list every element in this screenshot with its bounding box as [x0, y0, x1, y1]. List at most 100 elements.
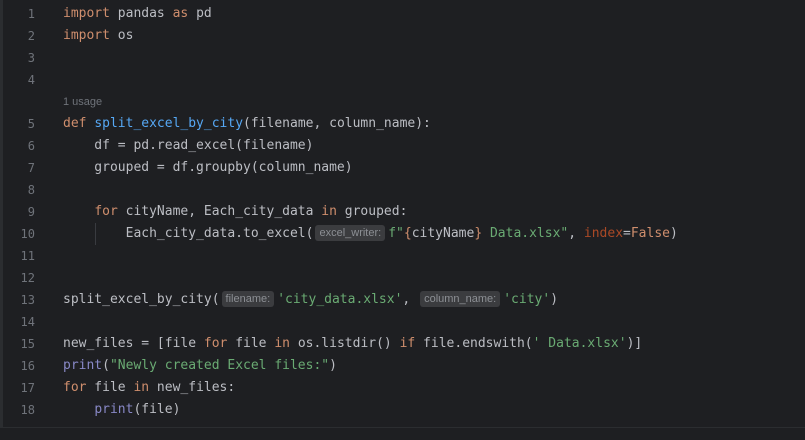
loop-var: file — [227, 336, 275, 351]
line-number: 10 — [20, 227, 35, 241]
keyword-for: for — [63, 380, 87, 395]
loop-iterable: grouped: — [336, 204, 408, 219]
builtin-print: print — [63, 358, 103, 373]
code-line-8[interactable]: 8 — [0, 179, 805, 201]
separator: , — [568, 226, 584, 241]
function-call: split_excel_by_city( — [63, 292, 220, 307]
line-number: 9 — [27, 205, 35, 219]
code-line-13[interactable]: 13 split_excel_by_city(filename:'city_da… — [0, 289, 805, 311]
line-number: 6 — [27, 139, 35, 153]
line-number: 14 — [20, 315, 35, 329]
string-literal: ' Data.xlsx' — [532, 336, 627, 351]
function-params: (filename, column_name): — [243, 116, 431, 131]
editor-bottom-edge — [0, 427, 805, 440]
function-name: split_excel_by_city — [94, 116, 244, 131]
builtin-print: print — [94, 402, 134, 417]
code-line-14[interactable]: 14 — [0, 311, 805, 333]
indent-guide — [95, 223, 96, 245]
parameter-hint-filename: filename: — [221, 291, 275, 307]
code-text[interactable]: for file in new_files: — [63, 377, 235, 399]
code-text[interactable]: print(file) — [63, 399, 180, 421]
module-name: os — [109, 28, 134, 43]
fstring-brace-close: } — [474, 226, 483, 241]
fstring-variable: cityName — [411, 226, 475, 241]
code-line-18[interactable]: 18 print(file) — [0, 399, 805, 421]
code-text[interactable]: df = pd.read_excel(filename) — [63, 135, 313, 157]
code-line-10[interactable]: 10 Each_city_data.to_excel(excel_writer:… — [0, 223, 805, 245]
code-line-9[interactable]: 9 for cityName, Each_city_data in groupe… — [0, 201, 805, 223]
module-name: pandas — [109, 6, 173, 21]
code-text[interactable]: split_excel_by_city(filename:'city_data.… — [63, 289, 558, 311]
code-text[interactable]: def split_excel_by_city(filename, column… — [63, 113, 431, 135]
condition: file.endswith( — [415, 336, 533, 351]
code-line-1[interactable]: 1 import pandas as pd — [0, 3, 805, 25]
close-paren: ) — [329, 358, 337, 373]
line-number: 18 — [20, 403, 35, 417]
line-number: 5 — [27, 117, 35, 131]
keyword-def: def — [63, 116, 87, 131]
keyword-if: if — [399, 336, 416, 351]
equals: = — [623, 226, 631, 241]
fstring-rest: Data.xlsx" — [482, 226, 569, 241]
keyword-import: import — [63, 28, 110, 43]
line-number: 16 — [20, 359, 35, 373]
separator: , — [402, 292, 419, 307]
iterable: os.listdir() — [290, 336, 400, 351]
alias-name: pd — [188, 6, 212, 21]
code-text[interactable]: import pandas as pd — [63, 3, 212, 25]
code-line-3[interactable]: 3 — [0, 47, 805, 69]
line-number: 13 — [20, 293, 35, 307]
code-line-2[interactable]: 2 import os — [0, 25, 805, 47]
fstring-prefix: f" — [388, 226, 404, 241]
line-number: 1 — [27, 7, 35, 21]
line-number: 4 — [27, 73, 35, 87]
code-line-6[interactable]: 6 df = pd.read_excel(filename) — [0, 135, 805, 157]
line-number: 2 — [27, 29, 35, 43]
code-text[interactable]: new_files = [file for file in os.listdir… — [63, 333, 642, 355]
open-paren: ( — [102, 358, 110, 373]
code-text[interactable]: print("Newly created Excel files:") — [63, 355, 337, 377]
line-number: 3 — [27, 51, 35, 65]
string-literal: "Newly created Excel files:" — [109, 358, 330, 373]
keyword-as: as — [172, 6, 189, 21]
keyword-import: import — [63, 6, 110, 21]
code-line-15[interactable]: 15 new_files = [file for file in os.list… — [0, 333, 805, 355]
line-number: 11 — [20, 249, 35, 263]
parameter-hint-column-name: column_name: — [420, 291, 501, 307]
parameter-hint-excel-writer: excel_writer: — [315, 225, 386, 241]
named-param-index: index — [583, 226, 624, 241]
call-args: (file) — [133, 402, 181, 417]
line-number: 8 — [27, 183, 35, 197]
keyword-false: False — [630, 226, 670, 241]
keyword-in: in — [133, 380, 150, 395]
line-number: 17 — [20, 381, 35, 395]
code-line-17[interactable]: 17 for file in new_files: — [0, 377, 805, 399]
code-line-7[interactable]: 7 grouped = df.groupby(column_name) — [0, 157, 805, 179]
iterable: new_files: — [149, 380, 236, 395]
keyword-in: in — [321, 204, 337, 219]
code-editor[interactable]: 1 import pandas as pd 2 import os 3 4 1 … — [0, 0, 805, 440]
assignment: new_files = [file — [63, 336, 204, 351]
code-text[interactable]: Each_city_data.to_excel(excel_writer: f"{… — [63, 223, 678, 245]
loop-vars: cityName, Each_city_data — [117, 204, 322, 219]
line-number: 7 — [27, 161, 35, 175]
usage-hint-link[interactable]: 1 usage — [63, 91, 102, 113]
code-text[interactable]: grouped = df.groupby(column_name) — [63, 157, 352, 179]
code-text[interactable]: for cityName, Each_city_data in grouped: — [63, 201, 407, 223]
keyword-in: in — [274, 336, 290, 351]
method-call: Each_city_data.to_excel( — [63, 226, 314, 241]
code-line-4[interactable]: 4 — [0, 69, 805, 91]
loop-var: file — [86, 380, 134, 395]
code-line-11[interactable]: 11 — [0, 245, 805, 267]
close-paren: ) — [670, 226, 678, 241]
code-text[interactable]: import os — [63, 25, 133, 47]
close-paren: ) — [550, 292, 559, 307]
code-line-5[interactable]: 5 def split_excel_by_city(filename, colu… — [0, 113, 805, 135]
keyword-for: for — [203, 336, 228, 351]
code-line-16[interactable]: 16 print("Newly created Excel files:") — [0, 355, 805, 377]
close-brackets: )] — [626, 336, 643, 351]
code-line-12[interactable]: 12 — [0, 267, 805, 289]
fstring-brace-open: { — [403, 226, 412, 241]
